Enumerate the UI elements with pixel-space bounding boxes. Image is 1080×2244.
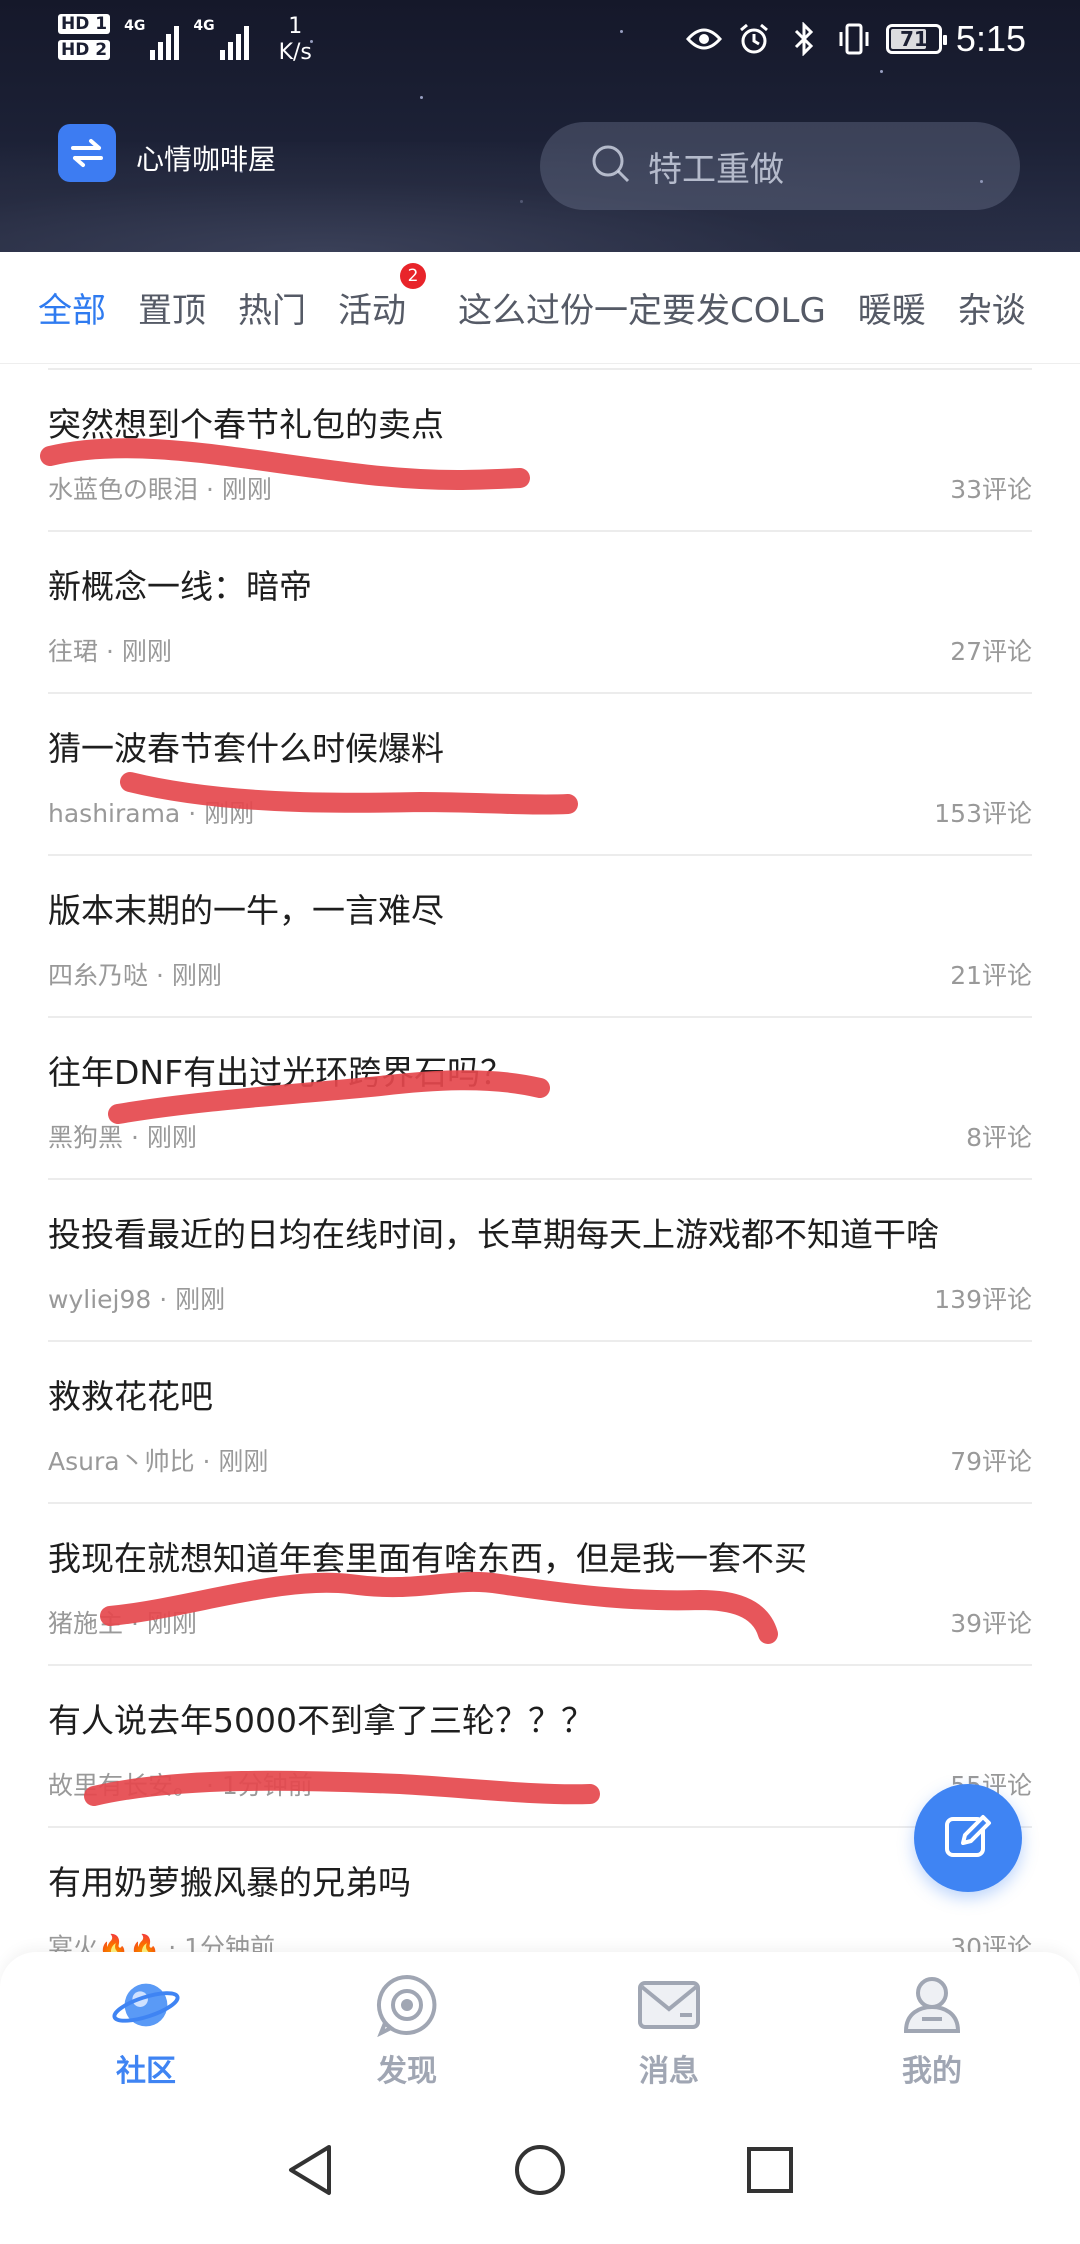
tab-nuannuan[interactable]: 暖暖 bbox=[858, 283, 926, 332]
compose-icon bbox=[941, 1809, 995, 1867]
planet-icon bbox=[111, 1970, 181, 2040]
nav-messages-label: 消息 bbox=[639, 2054, 699, 2089]
post-title[interactable]: 我现在就想知道年套里面有啥东西，但是我一套不买 bbox=[48, 1532, 807, 1580]
network-1-label: 4G bbox=[124, 18, 146, 34]
nav-profile[interactable]: 我的 bbox=[852, 1970, 1012, 2090]
post-title[interactable]: 猜一波春节套什么时候爆料 bbox=[48, 722, 444, 770]
post-meta: 往珺 · 刚刚 bbox=[48, 637, 172, 666]
post-item[interactable]: 突然想到个春节礼包的卖点 水蓝色の眼泪 · 刚刚 33评论 bbox=[48, 370, 1032, 532]
clock: 5:15 bbox=[955, 18, 1026, 59]
post-title[interactable]: 有人说去年5000不到拿了三轮？？？ bbox=[48, 1694, 594, 1742]
nav-community[interactable]: 社区 bbox=[66, 1970, 226, 2090]
tab-all[interactable]: 全部 bbox=[38, 283, 106, 332]
nav-community-label: 社区 bbox=[116, 2054, 176, 2089]
nav-profile-label: 我的 bbox=[902, 2054, 962, 2089]
post-item[interactable]: 有用奶萝搬风暴的兄弟吗 宴火🔥🔥 · 1分钟前 30评论 bbox=[48, 1828, 1032, 1964]
post-meta: 四糸乃哒 · 刚刚 bbox=[48, 961, 222, 990]
post-title[interactable]: 新概念一线：暗帝 bbox=[48, 560, 312, 608]
swap-icon[interactable] bbox=[58, 124, 116, 182]
nav-discover-label: 发现 bbox=[377, 2054, 437, 2089]
discover-icon bbox=[372, 1970, 442, 2040]
post-meta: 黑狗黑 · 刚刚 bbox=[48, 1123, 197, 1152]
speed-value: 1 bbox=[288, 14, 303, 39]
mail-icon bbox=[634, 1970, 704, 2040]
network-2-label: 4G bbox=[193, 18, 215, 34]
post-comments: 79评论 bbox=[950, 1447, 1032, 1476]
post-meta: hashirama · 刚刚 bbox=[48, 799, 255, 828]
speed-unit: K/s bbox=[278, 40, 312, 65]
post-item[interactable]: 投投看最近的日均在线时间，长草期每天上游戏都不知道干啥 wyliej98 · 刚… bbox=[48, 1180, 1032, 1342]
header-banner: HD 1 HD 2 4G 4G 1 K/s 71 5:15 心情咖啡屋 特工重做 bbox=[0, 0, 1080, 252]
nav-messages[interactable]: 消息 bbox=[589, 1970, 749, 2090]
post-title[interactable]: 往年DNF有出过光环跨界石吗？ bbox=[48, 1046, 513, 1094]
app-bar: 心情咖啡屋 特工重做 bbox=[0, 118, 1080, 210]
post-item[interactable]: 有人说去年5000不到拿了三轮？？？ 故里有长安。 · 1分钟前 55评论 bbox=[48, 1666, 1032, 1828]
bluetooth-icon bbox=[786, 21, 822, 57]
post-item[interactable]: 新概念一线：暗帝 往珺 · 刚刚 27评论 bbox=[48, 532, 1032, 694]
app-name[interactable]: 心情咖啡屋 bbox=[136, 138, 276, 178]
post-title[interactable]: 突然想到个春节礼包的卖点 bbox=[48, 398, 444, 446]
tab-pinned[interactable]: 置顶 bbox=[138, 283, 206, 332]
post-title[interactable]: 有用奶萝搬风暴的兄弟吗 bbox=[48, 1856, 411, 1904]
post-comments: 8评论 bbox=[966, 1123, 1032, 1152]
post-title[interactable]: 版本末期的一牛，一言难尽 bbox=[48, 884, 444, 932]
post-item[interactable]: 版本末期的一牛，一言难尽 四糸乃哒 · 刚刚 21评论 bbox=[48, 856, 1032, 1018]
bottom-nav: 社区 发现 消息 我的 bbox=[0, 1952, 1080, 2100]
post-comments: 139评论 bbox=[934, 1285, 1032, 1314]
post-item[interactable]: 猜一波春节套什么时候爆料 hashirama · 刚刚 153评论 bbox=[48, 694, 1032, 856]
tab-chat[interactable]: 杂谈 bbox=[958, 283, 1026, 332]
post-feed: 突然想到个春节礼包的卖点 水蓝色の眼泪 · 刚刚 33评论 新概念一线：暗帝 往… bbox=[0, 364, 1080, 1964]
post-meta: 故里有长安。 · 1分钟前 bbox=[48, 1771, 313, 1800]
hd2-badge: HD 2 bbox=[58, 40, 111, 60]
post-item[interactable]: 救救花花吧 Asura丶帅比 · 刚刚 79评论 bbox=[48, 1342, 1032, 1504]
recents-icon[interactable] bbox=[740, 2140, 800, 2200]
post-item[interactable]: 我现在就想知道年套里面有啥东西，但是我一套不买 猪施主 · 刚刚 39评论 bbox=[48, 1504, 1032, 1666]
signal-1-icon: 4G bbox=[124, 18, 180, 60]
battery-icon: 71 bbox=[885, 24, 947, 54]
post-comments: 153评论 bbox=[934, 799, 1032, 828]
profile-icon bbox=[897, 1970, 967, 2040]
post-title[interactable]: 救救花花吧 bbox=[48, 1370, 213, 1418]
system-nav-bar bbox=[0, 2100, 1080, 2244]
hd1-badge: HD 1 bbox=[58, 14, 111, 34]
compose-button[interactable] bbox=[914, 1784, 1022, 1892]
post-title[interactable]: 投投看最近的日均在线时间，长草期每天上游戏都不知道干啥 bbox=[48, 1208, 939, 1256]
events-badge: 2 bbox=[400, 263, 426, 289]
tab-colg[interactable]: 这么过份一定要发COLG bbox=[458, 283, 826, 332]
hd-indicators: HD 1 HD 2 bbox=[58, 14, 111, 60]
post-item[interactable]: 往年DNF有出过光环跨界石吗？ 黑狗黑 · 刚刚 8评论 bbox=[48, 1018, 1032, 1180]
post-meta: 水蓝色の眼泪 · 刚刚 bbox=[48, 475, 272, 504]
vibrate-icon bbox=[836, 21, 872, 57]
search-placeholder: 特工重做 bbox=[648, 149, 784, 190]
signal-2-icon: 4G bbox=[193, 18, 249, 60]
post-comments: 21评论 bbox=[950, 961, 1032, 990]
eye-icon bbox=[685, 21, 722, 57]
post-comments: 39评论 bbox=[950, 1609, 1032, 1638]
back-icon[interactable] bbox=[280, 2140, 340, 2200]
home-icon[interactable] bbox=[510, 2140, 570, 2200]
nav-discover[interactable]: 发现 bbox=[327, 1970, 487, 2090]
tab-hot[interactable]: 热门 bbox=[238, 283, 306, 332]
network-speed: 1 K/s bbox=[279, 14, 312, 66]
tab-events[interactable]: 活动 2 bbox=[338, 263, 426, 332]
battery-level: 71 bbox=[900, 27, 928, 51]
post-comments: 27评论 bbox=[950, 637, 1032, 666]
post-meta: Asura丶帅比 · 刚刚 bbox=[48, 1447, 269, 1476]
alarm-icon bbox=[736, 21, 772, 57]
category-tabs: 全部 置顶 热门 活动 2 这么过份一定要发COLG 暖暖 杂谈 bbox=[0, 252, 1080, 364]
search-input[interactable]: 特工重做 bbox=[540, 122, 1020, 210]
post-meta: 猪施主 · 刚刚 bbox=[48, 1609, 197, 1638]
status-bar: HD 1 HD 2 4G 4G 1 K/s 71 5:15 bbox=[0, 0, 1080, 80]
post-meta: wyliej98 · 刚刚 bbox=[48, 1285, 226, 1314]
post-comments: 33评论 bbox=[950, 475, 1032, 504]
search-icon bbox=[590, 143, 632, 189]
